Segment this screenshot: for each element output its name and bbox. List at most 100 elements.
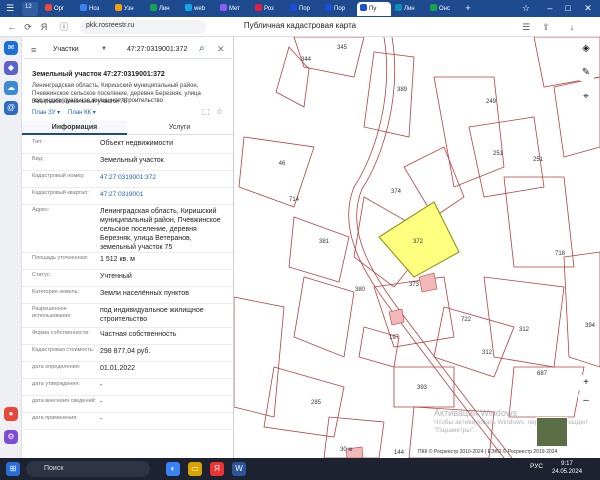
info-key: Площадь уточненная: — [32, 255, 89, 261]
basemap-switcher[interactable] — [536, 417, 568, 447]
tab-label: Пу — [369, 6, 377, 12]
parcel-label: 381 — [319, 239, 330, 245]
tab-info[interactable]: Информация — [22, 121, 127, 135]
site-info-icon[interactable]: ⓘ — [58, 21, 70, 33]
yandex-menu-icon[interactable]: ☰ — [4, 3, 16, 14]
taskbar-search[interactable]: Поиск — [26, 461, 150, 477]
info-row: Категория земель: Земли населённых пункто… — [22, 287, 233, 304]
taskbar-word-icon[interactable]: W — [232, 462, 246, 476]
browser-tab[interactable]: Пор — [322, 2, 356, 16]
taskbar-yandex-icon[interactable]: Я — [210, 462, 224, 476]
tab-label: Лин — [159, 6, 170, 12]
browser-tab[interactable]: Пор — [287, 2, 321, 16]
tab-counter[interactable]: 12 — [22, 2, 38, 16]
info-value: Земли населённых пунктов — [100, 290, 190, 297]
taskbar-explorer-icon[interactable]: ▭ — [188, 462, 202, 476]
tab-services[interactable]: Услуги — [127, 121, 232, 135]
yandex-logo-icon[interactable]: Я — [38, 21, 50, 33]
tab-label: Мет — [229, 6, 240, 12]
cadastral-map[interactable]: 345 344 389 46 374 249 251 251 372 381 373 380 718 72… — [234, 37, 600, 458]
reader-icon[interactable]: ☰ — [520, 21, 532, 33]
search-icon[interactable]: ⌕ — [199, 43, 205, 54]
info-row: Форма собственности: Частная собственност… — [22, 328, 233, 345]
info-row: Адрес: Ленинградская область, Киришский м… — [22, 205, 233, 253]
sidebar-messenger-icon[interactable]: ✉ — [4, 41, 18, 55]
plan-zu-link[interactable]: План ЗУ ▾ — [32, 109, 60, 116]
system-clock[interactable]: 9:17 24.05.2024 — [552, 460, 582, 476]
share-icon[interactable]: ⇪ — [540, 21, 552, 33]
tab-favicon-icon — [430, 4, 437, 11]
activation-watermark-text: Чтобы активировать Windows, перейдите в … — [434, 419, 588, 434]
info-value[interactable]: 47:27:0319001:372 — [100, 173, 228, 182]
info-value: 1 512 кв. м — [100, 256, 135, 263]
sidebar-settings-icon[interactable]: ⚙ — [4, 430, 18, 444]
parcel-label: 687 — [537, 371, 548, 377]
map-canvas[interactable]: 345 344 389 46 374 249 251 251 372 381 373 380 718 72… — [234, 37, 600, 458]
taskbar-widgets-icon[interactable]: ◐ — [166, 462, 180, 476]
map-copyright: ПКК © Росреестр 2010-2024 | ЕЭКО © Росре… — [418, 449, 558, 455]
reload-icon[interactable]: ⟳ — [22, 21, 34, 33]
minimize-icon[interactable]: – — [544, 3, 556, 14]
close-window-icon[interactable]: ✕ — [582, 3, 594, 14]
chevron-down-icon[interactable]: ▼ — [101, 46, 107, 52]
favorite-icon[interactable]: ☆ — [216, 107, 223, 116]
taskbar-search-label: Поиск — [44, 465, 64, 472]
menu-icon[interactable]: ≡ — [31, 45, 39, 55]
bookmark-icon[interactable]: ☆ — [520, 3, 532, 14]
clock-date: 24.05.2024 — [552, 469, 583, 475]
sidebar-mail-icon[interactable]: @ — [4, 101, 18, 115]
parcel-label: 251 — [533, 157, 544, 163]
info-row: дата определения: 01.01.2022 — [22, 362, 233, 379]
browser-tab[interactable]: Онс — [427, 2, 461, 16]
clock-time: 9:17 — [561, 461, 573, 467]
browser-tab[interactable]: Орг — [42, 2, 76, 16]
info-key: дата внесения сведений: — [32, 398, 97, 404]
sidebar-alice-icon[interactable]: ● — [4, 407, 18, 421]
browser-tab[interactable]: web — [182, 2, 216, 16]
info-value: под индивидуальное жилищное строительств… — [100, 307, 204, 323]
browser-tab[interactable]: Роз — [252, 2, 286, 16]
browser-tab[interactable]: Ноз — [77, 2, 111, 16]
parcel-label: 714 — [289, 197, 300, 203]
browser-tab[interactable]: Узн — [112, 2, 146, 16]
maximize-icon[interactable]: □ — [562, 3, 574, 14]
info-value: 298 877,04 руб. — [100, 348, 151, 355]
download-icon[interactable]: ↓ — [566, 21, 578, 33]
tab-label: Ноз — [89, 6, 100, 12]
tab-label: Лин — [404, 6, 415, 12]
back-icon[interactable]: ← — [6, 21, 18, 33]
browser-tab[interactable]: Лин — [392, 2, 426, 16]
info-value: - — [100, 399, 103, 406]
browser-tab[interactable]: Пу — [357, 2, 391, 16]
search-input[interactable]: 47:27:0319001:372 — [127, 46, 187, 53]
zoom-out-icon[interactable]: – — [578, 393, 594, 409]
ruler-icon[interactable]: ✎ — [578, 65, 594, 81]
plan-kk-link[interactable]: План КК ▾ — [68, 109, 96, 116]
info-value: Ленинградская область, Киришский муницип… — [100, 208, 221, 251]
windows-start-icon[interactable]: ⊞ — [6, 462, 20, 476]
tab-favicon-icon — [150, 4, 157, 11]
browser-tab[interactable]: Мет — [217, 2, 251, 16]
info-value[interactable]: 47:27:0319001 — [100, 190, 228, 199]
zoom-in-icon[interactable]: + — [578, 375, 594, 391]
info-key: Форма собственности: — [32, 330, 90, 336]
keyboard-language[interactable]: РУС — [530, 463, 543, 470]
browser-sidebar: ✉ ◆ ☁ @ ● ⚙ — [0, 37, 22, 458]
browser-tab[interactable]: Лин — [147, 2, 181, 16]
tab-favicon-icon — [290, 4, 297, 11]
select-icon[interactable]: ⬚ — [202, 107, 210, 116]
url-field[interactable]: pkk.rosreestr.ru — [80, 20, 206, 34]
tab-favicon-icon — [255, 4, 262, 11]
close-icon[interactable]: ✕ — [217, 44, 225, 55]
parcel-label: 374 — [391, 189, 402, 195]
parcel-label: 249 — [486, 99, 497, 105]
search-category[interactable]: Участки — [53, 46, 79, 53]
new-tab-icon[interactable]: + — [462, 3, 474, 14]
sidebar-cloud-icon[interactable]: ☁ — [4, 81, 18, 95]
sidebar-apps-icon[interactable]: ◆ — [4, 61, 18, 75]
tab-label: Онс — [439, 6, 450, 12]
layers-icon[interactable]: ◈ — [578, 41, 594, 57]
location-icon[interactable]: ⌖ — [578, 89, 594, 105]
plan-zu-label: План ЗУ — [32, 110, 56, 116]
object-use: под индивидуальное жилищное строительств… — [32, 98, 163, 104]
